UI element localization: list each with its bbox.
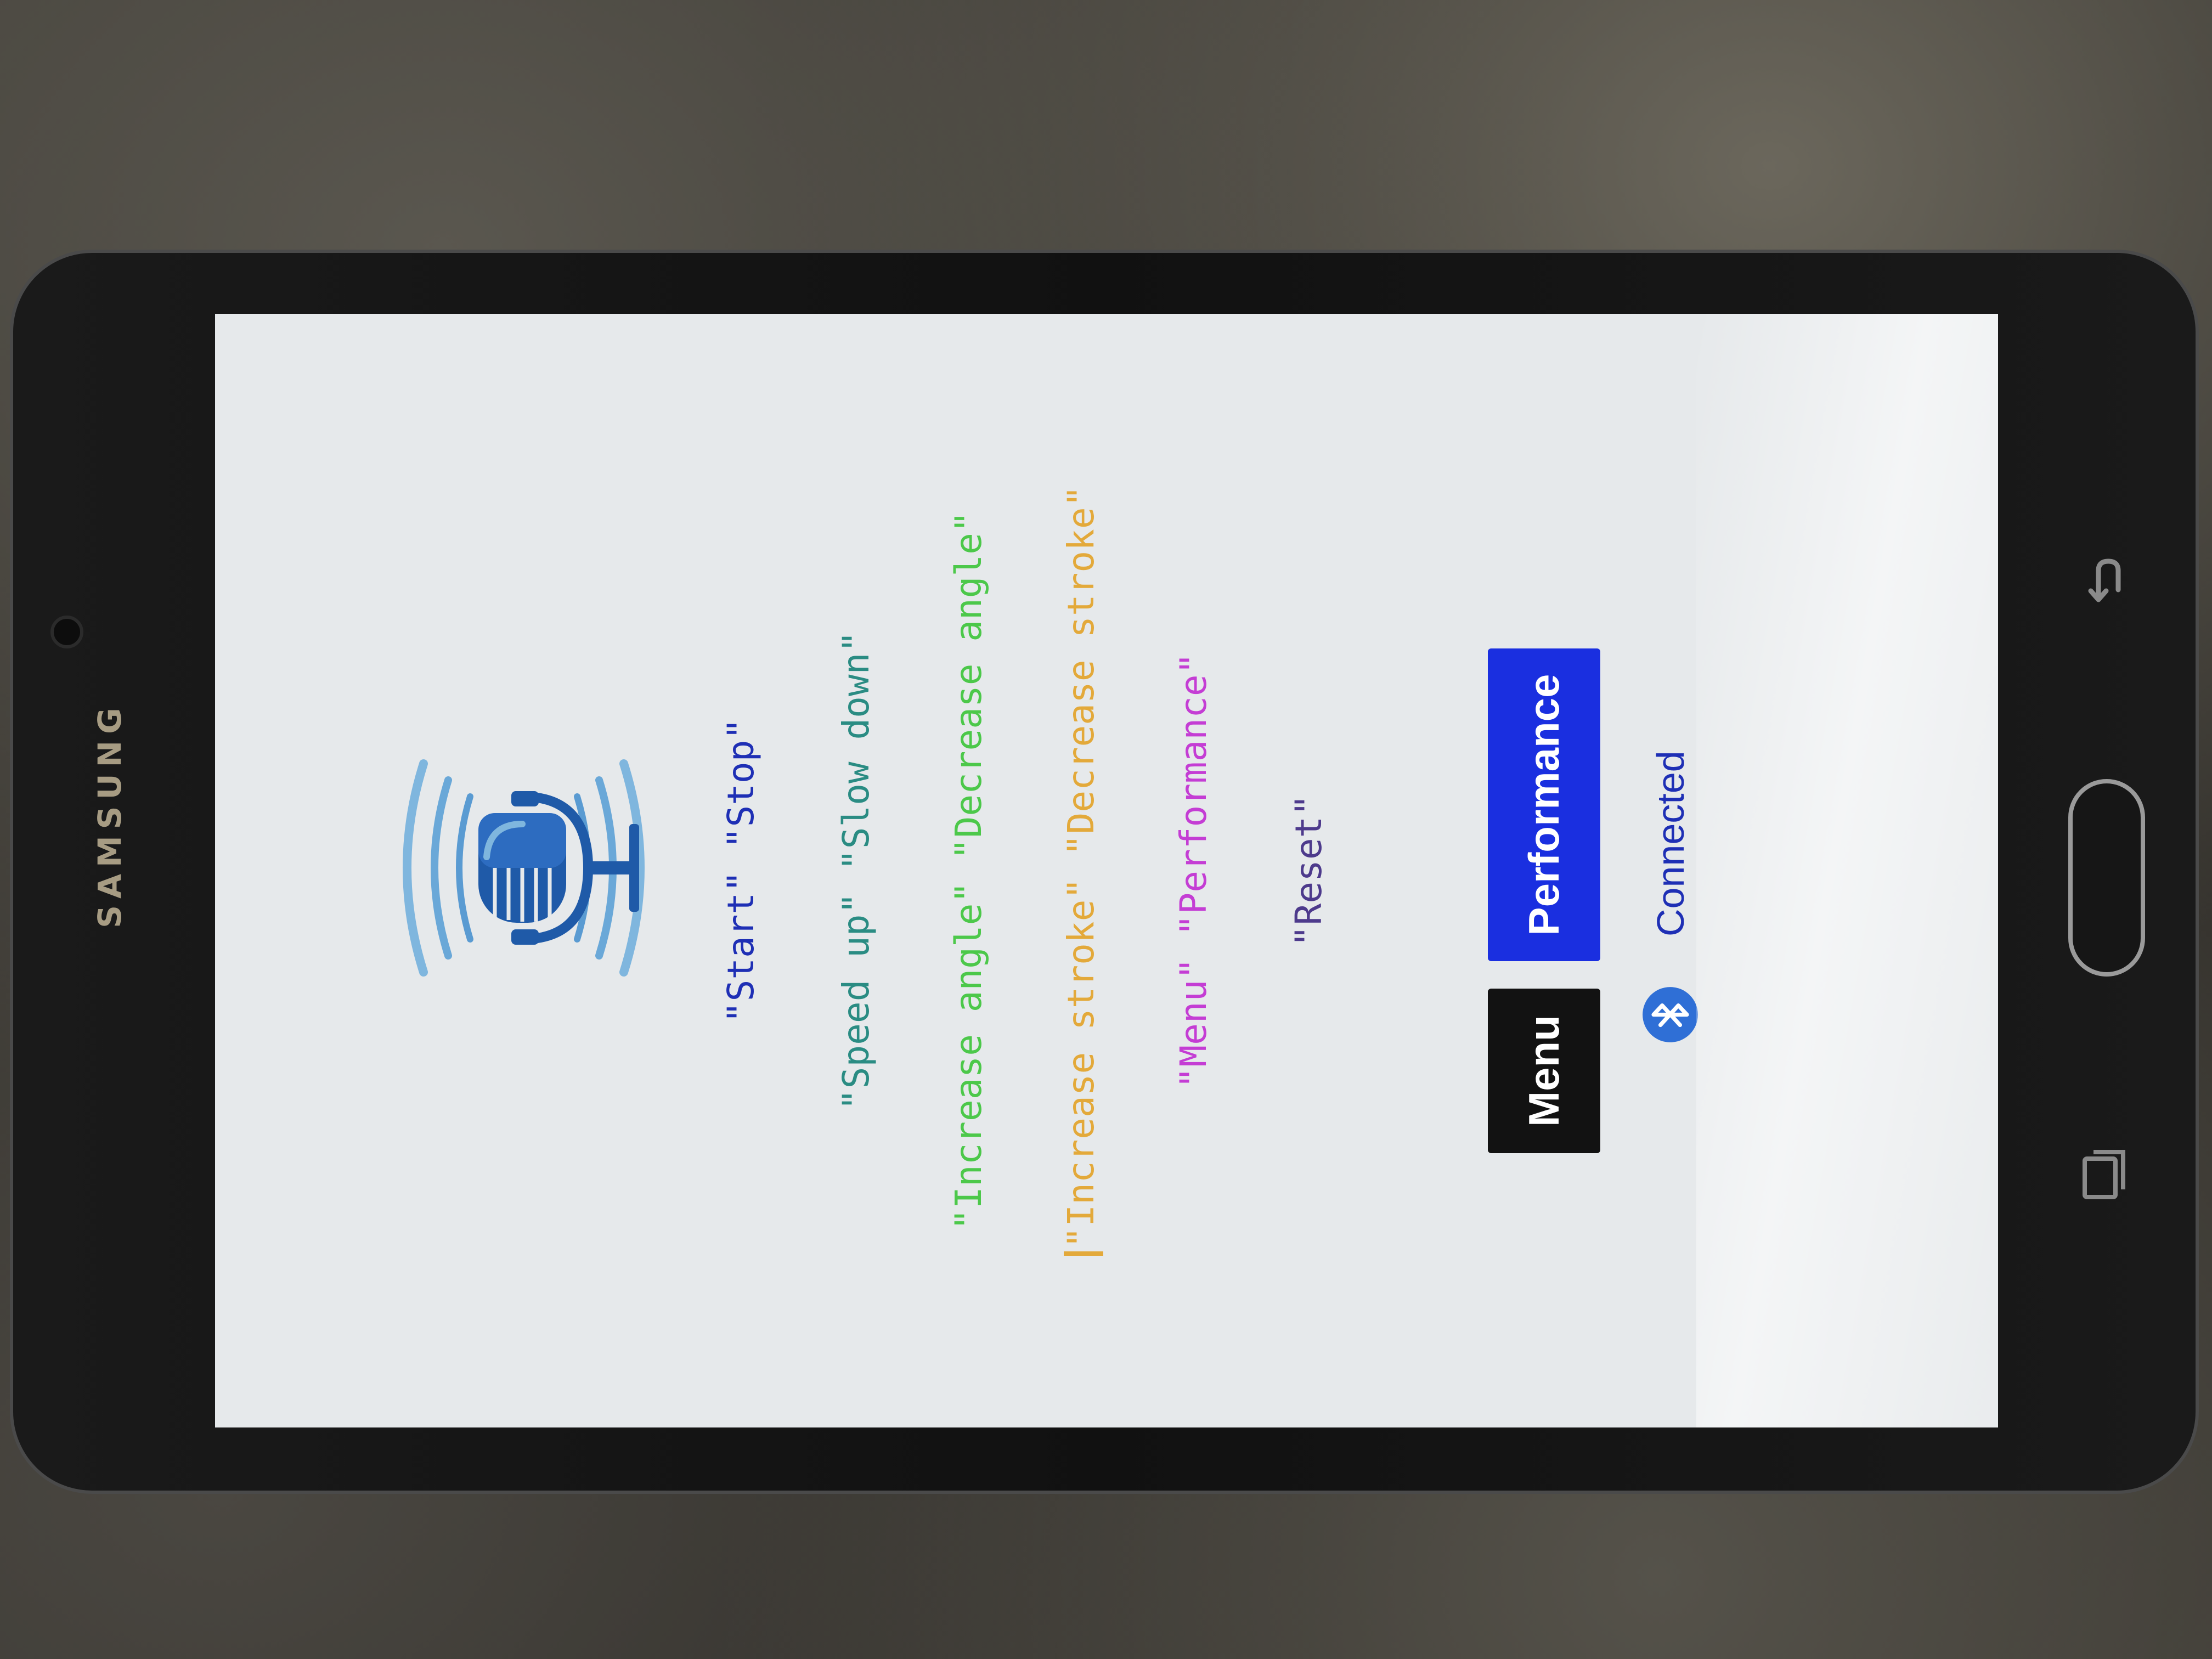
command-stroke: "Increase stroke" "Decrease stroke": [1060, 485, 1102, 1249]
back-arrow-icon[interactable]: [2074, 554, 2134, 609]
home-button[interactable]: [2068, 779, 2145, 977]
recent-apps-icon[interactable]: [2079, 1147, 2129, 1201]
command-start-stop: "Start" "Stop": [720, 718, 762, 1024]
bluetooth-icon: [1643, 987, 1698, 1042]
command-speed: "Speed up" "Slow down": [835, 630, 877, 1111]
app-screen: "Start" "Stop" "Speed up" "Slow down" "I…: [215, 314, 1998, 1427]
brand-logo: SAMSUNG: [91, 701, 128, 928]
status-text: Connected: [1649, 751, 1692, 936]
button-row: Menu Performance: [1488, 550, 1603, 1153]
connection-status: Connected: [1641, 751, 1699, 1043]
command-angle: "Increase angle" "Decrease angle": [947, 511, 990, 1231]
tablet-screen: "Start" "Stop" "Speed up" "Slow down" "I…: [215, 314, 1998, 1427]
microphone-icon: [403, 759, 645, 977]
performance-button[interactable]: Performance: [1488, 648, 1600, 961]
command-menu-performance: "Menu" "Performance": [1172, 652, 1215, 1089]
text-cursor: [1063, 1251, 1103, 1256]
menu-button[interactable]: Menu: [1488, 989, 1600, 1153]
command-reset: "Reset": [1288, 794, 1330, 947]
front-camera: [50, 616, 83, 648]
command-stroke-line: "Increase stroke" "Decrease stroke": [1060, 314, 1103, 1427]
